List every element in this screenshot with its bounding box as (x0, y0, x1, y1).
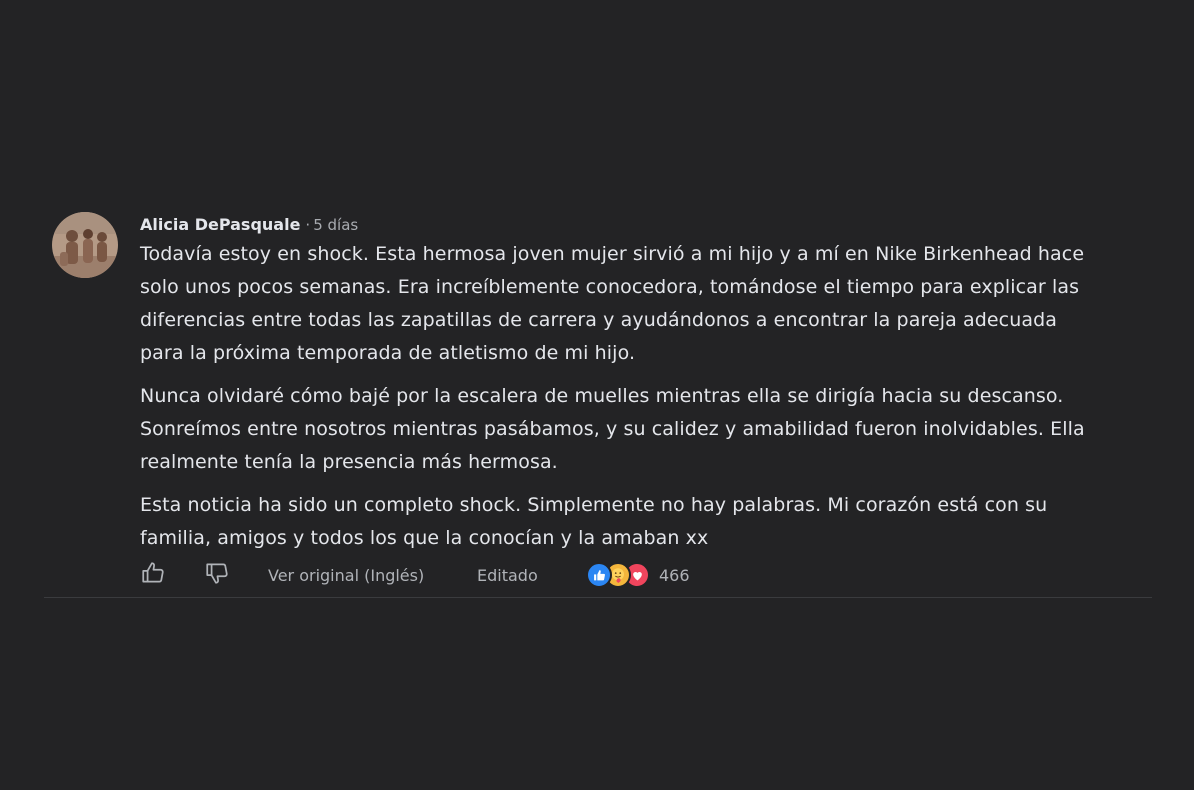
thumbs-down-icon (204, 560, 230, 590)
reactions-summary[interactable]: 466 (586, 557, 690, 593)
comment-timestamp[interactable]: 5 días (313, 216, 358, 234)
edited-label: Editado (477, 565, 538, 585)
comment-meta: Alicia DePasquale · 5 días (140, 212, 1100, 238)
author-name[interactable]: Alicia DePasquale (140, 215, 300, 234)
like-button[interactable] (140, 557, 166, 593)
view-original-link[interactable]: Ver original (Inglés) (268, 557, 424, 593)
dislike-button[interactable] (204, 557, 230, 593)
comment-actions: Ver original (Inglés) Editado 466 (140, 557, 840, 593)
reaction-count: 466 (659, 565, 690, 585)
meta-separator: · (305, 216, 311, 234)
reaction-icons (586, 562, 650, 588)
comment-paragraph: Esta noticia ha sido un completo shock. … (140, 494, 1048, 549)
comment-divider (44, 597, 1152, 598)
comment-paragraph: Nunca olvidaré cómo bajé por la escalera… (140, 385, 1085, 473)
like-reaction-icon (586, 562, 612, 588)
comment-body: Todavía estoy en shock. Esta hermosa jov… (140, 238, 1100, 555)
comment-paragraph: Todavía estoy en shock. Esta hermosa jov… (140, 243, 1085, 364)
comment-content: Alicia DePasquale · 5 días Todavía estoy e… (140, 212, 1100, 565)
avatar[interactable] (52, 212, 118, 278)
thumbs-up-icon (140, 560, 166, 590)
